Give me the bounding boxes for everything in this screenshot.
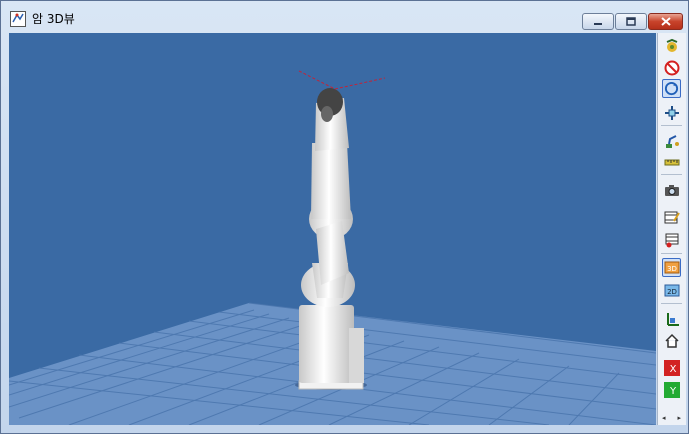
capture-button[interactable] — [662, 180, 681, 199]
camera-icon — [664, 184, 679, 196]
view-3d-label: 3D — [667, 265, 677, 273]
x-axis-label: X — [669, 364, 676, 375]
maximize-icon — [626, 17, 636, 26]
toolbar-separator — [661, 253, 682, 254]
chevron-right-icon[interactable]: ▸ — [677, 414, 681, 423]
x-axis-icon: X — [663, 359, 680, 376]
scene — [9, 33, 656, 425]
view-3d-button[interactable]: 3D — [662, 258, 681, 277]
toolbar-scroll-arrows[interactable]: ◂ ▸ — [662, 414, 681, 423]
measure-button[interactable] — [662, 152, 681, 171]
move-cross-icon — [664, 105, 679, 120]
no-collision-button[interactable] — [662, 58, 681, 77]
y-axis-label: Y — [668, 386, 676, 397]
minimize-icon — [594, 22, 602, 25]
record-edit-button[interactable] — [662, 207, 681, 226]
toolbar-separator — [661, 303, 682, 304]
no-symbol-icon — [664, 60, 679, 75]
view-toolbar: 3D 2D X Y ◂ ▸ — [657, 33, 686, 425]
axes-button[interactable] — [662, 309, 681, 328]
toolbar-separator — [661, 174, 682, 175]
title-bar[interactable]: 암 3D뷰 — [1, 1, 688, 33]
film-record-icon — [665, 233, 678, 247]
y-plus-button[interactable]: Y — [662, 380, 681, 399]
chevron-left-icon[interactable]: ◂ — [662, 414, 666, 423]
robot-settings-button[interactable] — [662, 36, 681, 55]
rotate-button[interactable] — [662, 79, 681, 98]
toolbar-separator — [661, 125, 682, 126]
view-2d-button[interactable]: 2D — [662, 281, 681, 300]
teach-button[interactable] — [662, 131, 681, 150]
maximize-button[interactable] — [615, 13, 647, 30]
window-title: 암 3D뷰 — [32, 12, 75, 26]
rotate-icon — [664, 81, 679, 96]
arm-3d-view-window: 암 3D뷰 3D 2D X Y ◂ ▸ — [0, 0, 689, 434]
3d-viewport[interactable] — [9, 33, 656, 425]
x-minus-button[interactable]: X — [662, 358, 681, 377]
home-icon — [664, 333, 679, 348]
minimize-button[interactable] — [582, 13, 614, 30]
teach-arm-icon — [665, 134, 679, 148]
move-button[interactable] — [662, 103, 681, 122]
cube-3d-icon: 3D — [664, 261, 679, 274]
record-button[interactable] — [662, 230, 681, 249]
view-2d-label: 2D — [667, 288, 677, 296]
axes-icon — [666, 312, 679, 326]
ruler-icon — [664, 159, 679, 165]
film-edit-icon — [664, 211, 680, 223]
plane-2d-icon: 2D — [664, 284, 679, 297]
home-button[interactable] — [662, 331, 681, 350]
close-button[interactable] — [648, 13, 683, 30]
y-axis-icon: Y — [663, 381, 680, 398]
robot-gear-icon — [666, 38, 677, 52]
close-icon — [660, 17, 671, 26]
app-icon — [10, 11, 26, 27]
